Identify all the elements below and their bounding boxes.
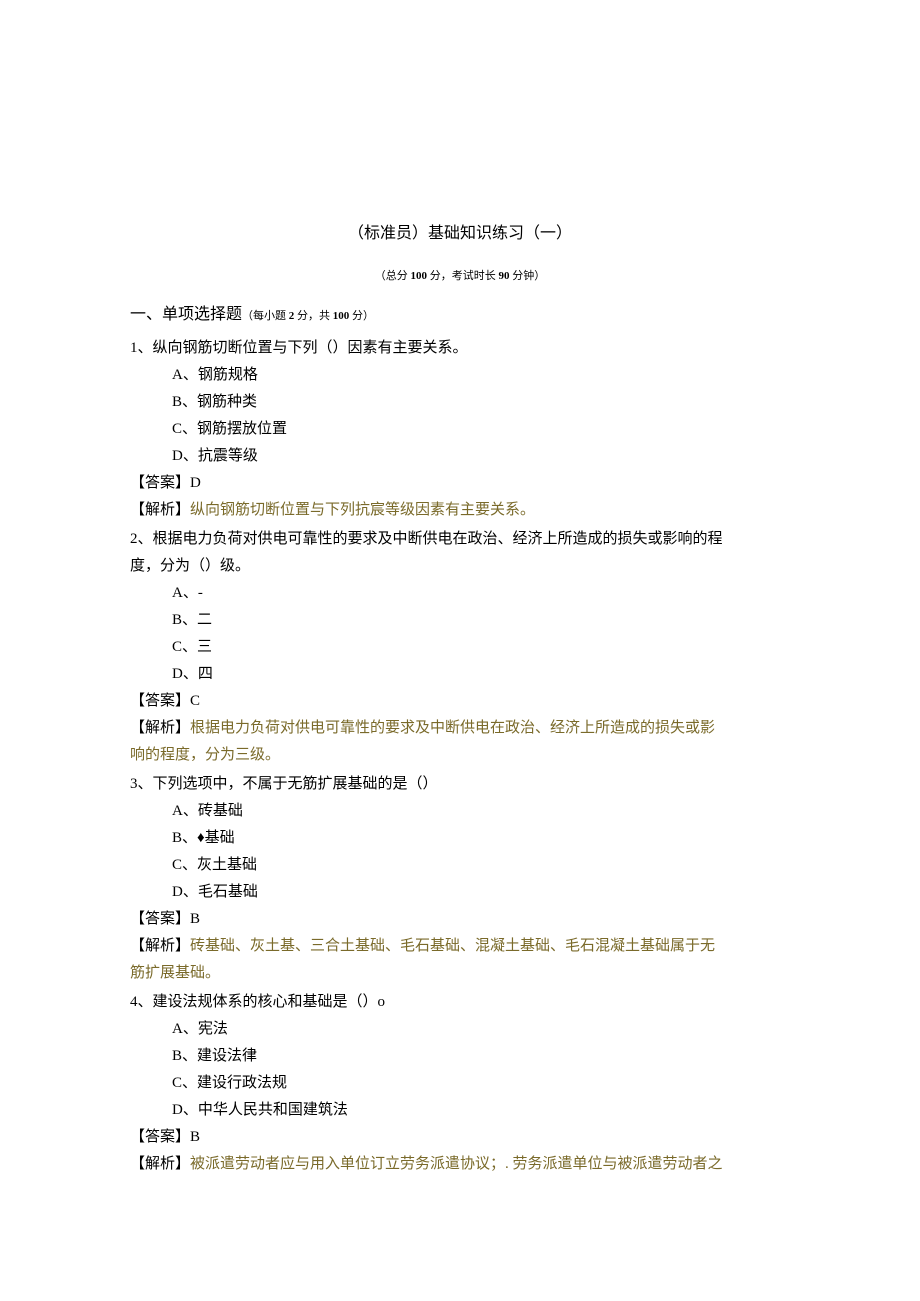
question-3: 3、下列选项中，不属于无筋扩展基础的是（）	[130, 771, 790, 798]
answer-label: 【答案】	[130, 693, 190, 709]
explain-text: 被派遣劳动者应与用入单位订立劳务派遣协议；. 劳务派遣单位与被派遣劳动者之	[190, 1156, 723, 1172]
document-title: （标准员）基础知识练习（一）	[130, 220, 790, 249]
subtitle-time: 90	[499, 270, 510, 282]
section-detail-prefix: （每小题	[242, 310, 289, 322]
question-2-option-a: A、-	[130, 580, 790, 607]
answer-label: 【答案】	[130, 911, 190, 927]
question-4-explain: 【解析】被派遣劳动者应与用入单位订立劳务派遣协议；. 劳务派遣单位与被派遣劳动者…	[130, 1151, 790, 1178]
question-1-option-b: B、钢筋种类	[130, 389, 790, 416]
question-4-option-a: A、宪法	[130, 1016, 790, 1043]
option-text: A、钢筋规格	[172, 367, 258, 383]
answer-value: B	[190, 911, 200, 927]
answer-label: 【答案】	[130, 1129, 190, 1145]
explain-text: 纵向钢筋切断位置与下列抗宸等级因素有主要关系。	[190, 502, 535, 518]
question-2-explain: 【解析】根据电力负荷对供电可靠性的要求及中断供电在政治、经济上所造成的损失或影	[130, 715, 790, 742]
question-3-explain-cont: 筋扩展基础。	[130, 960, 790, 987]
section-detail-suffix: 分）	[349, 310, 374, 322]
question-1: 1、纵向钢筋切断位置与下列（）因素有主要关系。	[130, 335, 790, 362]
question-2-num: 2、	[130, 531, 153, 547]
question-2-answer: 【答案】C	[130, 688, 790, 715]
question-4-answer: 【答案】B	[130, 1124, 790, 1151]
question-4-option-c: C、建设行政法规	[130, 1070, 790, 1097]
answer-value: C	[190, 693, 200, 709]
question-3-explain: 【解析】砖基础、灰土基、三合土基础、毛石基础、混凝土基础、毛石混凝土基础属于无	[130, 933, 790, 960]
question-1-num: 1、	[130, 340, 153, 356]
question-4: 4、建设法规体系的核心和基础是（）o	[130, 989, 790, 1016]
question-3-option-a: A、砖基础	[130, 798, 790, 825]
explain-label: 【解析】	[130, 1156, 190, 1172]
explain-label: 【解析】	[130, 502, 190, 518]
question-1-option-a: A、钢筋规格	[130, 362, 790, 389]
question-1-explain: 【解析】纵向钢筋切断位置与下列抗宸等级因素有主要关系。	[130, 497, 790, 524]
question-2-text-cont: 度，分为（）级。	[130, 553, 790, 580]
question-3-answer: 【答案】B	[130, 906, 790, 933]
question-2-explain-cont: 响的程度，分为三级。	[130, 742, 790, 769]
question-3-text: 下列选项中，不属于无筋扩展基础的是（）	[153, 776, 438, 792]
question-2: 2、根据电力负荷对供电可靠性的要求及中断供电在政治、经济上所造成的损失或影响的程	[130, 526, 790, 553]
section-detail: （每小题 2 分，共 100 分）	[242, 310, 374, 322]
explain-label: 【解析】	[130, 720, 190, 736]
subtitle-mid: 分，考试时长	[427, 270, 499, 282]
question-3-option-d: D、毛石基础	[130, 879, 790, 906]
question-2-option-d: D、四	[130, 661, 790, 688]
subtitle-score: 100	[411, 270, 428, 282]
question-1-option-d: D、抗震等级	[130, 443, 790, 470]
subtitle-suffix: 分钟）	[510, 270, 546, 282]
question-1-option-c: C、钢筋摆放位置	[130, 416, 790, 443]
question-4-text: 建设法规体系的核心和基础是（）o	[153, 994, 386, 1010]
question-1-text: 纵向钢筋切断位置与下列（）因素有主要关系。	[153, 340, 468, 356]
answer-value: D	[190, 475, 201, 491]
question-4-num: 4、	[130, 994, 153, 1010]
question-4-option-b: B、建设法律	[130, 1043, 790, 1070]
question-1-answer: 【答案】D	[130, 470, 790, 497]
section-heading: 一、单项选择题（每小题 2 分，共 100 分）	[130, 301, 790, 330]
document-subtitle: （总分 100 分，考试时长 90 分钟）	[130, 267, 790, 287]
section-detail-total: 100	[333, 310, 350, 322]
section-detail-mid: 分，共	[294, 310, 333, 322]
section-heading-text: 一、单项选择题	[130, 306, 242, 323]
subtitle-prefix: （总分	[375, 270, 411, 282]
explain-text: 砖基础、灰土基、三合土基础、毛石基础、混凝土基础、毛石混凝土基础属于无	[190, 938, 715, 954]
question-4-option-d: D、中华人民共和国建筑法	[130, 1097, 790, 1124]
question-2-option-c: C、三	[130, 634, 790, 661]
question-3-option-c: C、灰土基础	[130, 852, 790, 879]
answer-value: B	[190, 1129, 200, 1145]
explain-label: 【解析】	[130, 938, 190, 954]
answer-label: 【答案】	[130, 475, 190, 491]
question-3-option-b: B、♦基础	[130, 825, 790, 852]
question-2-text: 根据电力负荷对供电可靠性的要求及中断供电在政治、经济上所造成的损失或影响的程	[153, 531, 723, 547]
explain-text: 根据电力负荷对供电可靠性的要求及中断供电在政治、经济上所造成的损失或影	[190, 720, 715, 736]
question-3-num: 3、	[130, 776, 153, 792]
option-text: A、砖基础	[172, 803, 243, 819]
question-2-option-b: B、二	[130, 607, 790, 634]
